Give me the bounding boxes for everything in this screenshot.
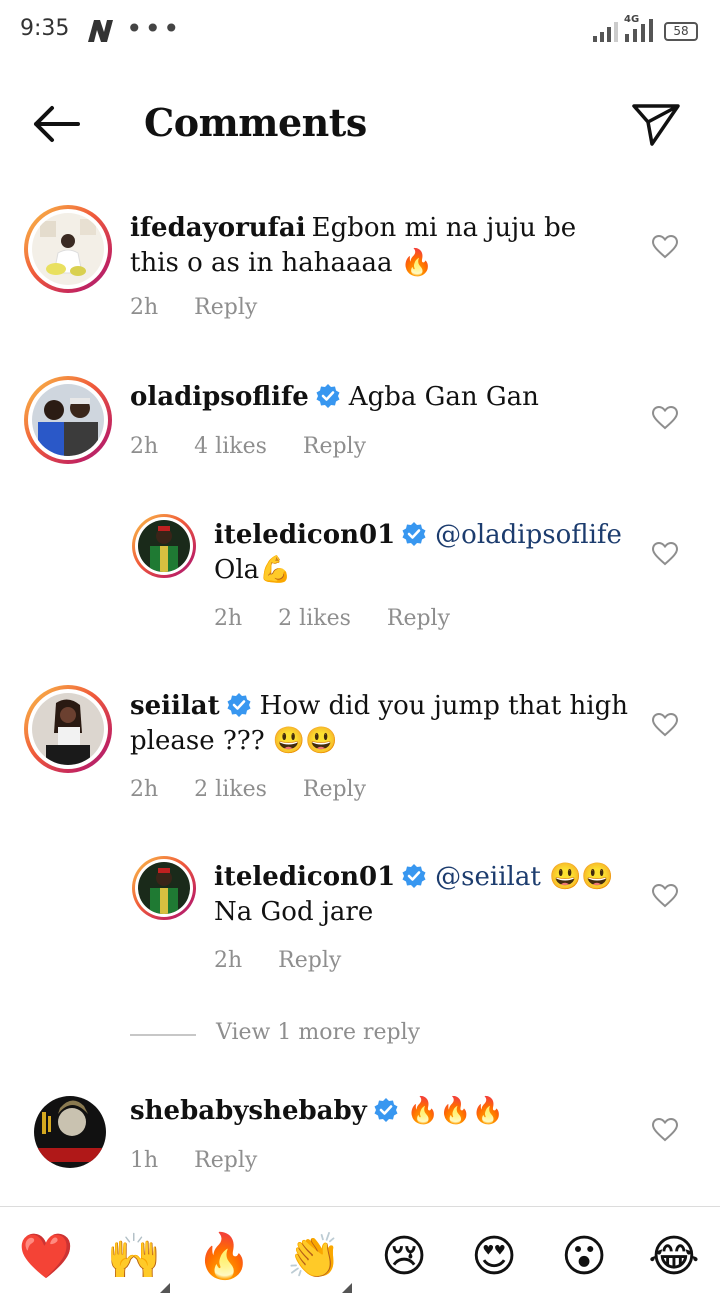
comment-time: 2h: [130, 295, 159, 320]
app-notification-icon: [88, 20, 113, 42]
comment-username[interactable]: seiilat: [130, 691, 220, 721]
emoji-fire-button[interactable]: 🔥: [196, 1229, 252, 1285]
reply-button[interactable]: Reply: [303, 777, 366, 802]
comment-emoji: 😃😃: [540, 862, 614, 892]
emoji-laughing-button[interactable]: 😂: [646, 1229, 702, 1285]
avatar-image: [32, 213, 104, 285]
emoji-crying-button[interactable]: 😢: [376, 1229, 432, 1285]
comment-meta: 2h 2 likes Reply: [130, 777, 402, 802]
heart-icon[interactable]: [652, 1118, 678, 1142]
mention-link[interactable]: @oladipsoflife: [435, 520, 622, 550]
send-direct-icon[interactable]: [630, 98, 682, 150]
avatar[interactable]: [132, 514, 196, 578]
signal-strength-icon: [593, 22, 618, 42]
comment-time: 2h: [130, 434, 159, 459]
back-arrow-icon[interactable]: [28, 102, 84, 146]
emoji-heart-eyes-button[interactable]: 😍: [466, 1229, 522, 1285]
avatar-image: [32, 693, 104, 765]
verified-badge-icon: [402, 864, 426, 888]
skin-tone-indicator: [342, 1283, 352, 1293]
comment-meta: 2h Reply: [130, 295, 293, 320]
avatar[interactable]: [24, 205, 112, 293]
avatar-image: [138, 862, 190, 914]
comment-username[interactable]: ifedayorufai: [130, 213, 306, 243]
comment-time: 2h: [214, 606, 243, 631]
view-more-replies-label[interactable]: View 1 more reply: [216, 1020, 420, 1045]
emoji-surprised-button[interactable]: 😮: [556, 1229, 612, 1285]
comment-likes[interactable]: 4 likes: [194, 434, 267, 459]
more-notifications-icon: •••: [126, 12, 182, 45]
verified-badge-icon: [316, 384, 340, 408]
avatar[interactable]: [24, 685, 112, 773]
comment-username[interactable]: shebabyshebaby: [130, 1096, 367, 1126]
comment-text: Agba Gan Gan: [348, 382, 539, 412]
divider-line: [130, 1034, 196, 1036]
status-time: 9:35: [20, 16, 70, 41]
comments-header: Comments: [0, 80, 720, 170]
battery-level: 58: [673, 24, 689, 38]
reply-button[interactable]: Reply: [387, 606, 450, 631]
reply-button[interactable]: Reply: [194, 295, 257, 320]
quick-emoji-bar: ❤️ 🙌 🔥 👏 😢 😍 😮 😂: [0, 1206, 720, 1296]
comment-meta: 2h Reply: [214, 948, 377, 973]
avatar-image: [138, 520, 190, 572]
comment-likes[interactable]: 2 likes: [194, 777, 267, 802]
page-title: Comments: [144, 100, 367, 145]
reply-button[interactable]: Reply: [278, 948, 341, 973]
comment-text: 🔥🔥🔥: [406, 1096, 504, 1126]
avatar-image: [34, 1096, 106, 1168]
comment-meta: 2h 2 likes Reply: [214, 606, 486, 631]
heart-icon[interactable]: [652, 713, 678, 737]
comment-text: Na God jare: [214, 897, 374, 927]
reply-button[interactable]: Reply: [303, 434, 366, 459]
comment-time: 2h: [214, 948, 243, 973]
comment-meta: 2h 4 likes Reply: [130, 434, 402, 459]
comment-username[interactable]: oladipsoflife: [130, 382, 309, 412]
emoji-clapping-button[interactable]: 👏: [286, 1229, 342, 1285]
comment-likes[interactable]: 2 likes: [278, 606, 351, 631]
heart-icon[interactable]: [652, 542, 678, 566]
comment-meta: 1h Reply: [130, 1148, 293, 1173]
heart-icon[interactable]: [652, 235, 678, 259]
battery-icon: 58: [664, 22, 698, 41]
comment-time: 1h: [130, 1148, 159, 1173]
comment-text: Ola💪: [214, 555, 292, 585]
emoji-heart-button[interactable]: ❤️: [18, 1229, 74, 1285]
signal-strength-icon-2: [625, 19, 653, 42]
comment-username[interactable]: iteledicon01: [214, 862, 395, 892]
verified-badge-icon: [227, 693, 251, 717]
verified-badge-icon: [402, 522, 426, 546]
avatar[interactable]: [132, 856, 196, 920]
verified-badge-icon: [374, 1098, 398, 1122]
mention-link[interactable]: @seiilat: [435, 862, 541, 892]
reply-button[interactable]: Reply: [194, 1148, 257, 1173]
heart-icon[interactable]: [652, 884, 678, 908]
avatar-image: [32, 384, 104, 456]
status-bar: 9:35 ••• 4G 58: [0, 0, 720, 64]
avatar[interactable]: [24, 376, 112, 464]
emoji-raising-hands-button[interactable]: 🙌: [106, 1229, 162, 1285]
heart-icon[interactable]: [652, 406, 678, 430]
avatar[interactable]: [34, 1096, 106, 1168]
comment-time: 2h: [130, 777, 159, 802]
comment-username[interactable]: iteledicon01: [214, 520, 395, 550]
skin-tone-indicator: [160, 1283, 170, 1293]
